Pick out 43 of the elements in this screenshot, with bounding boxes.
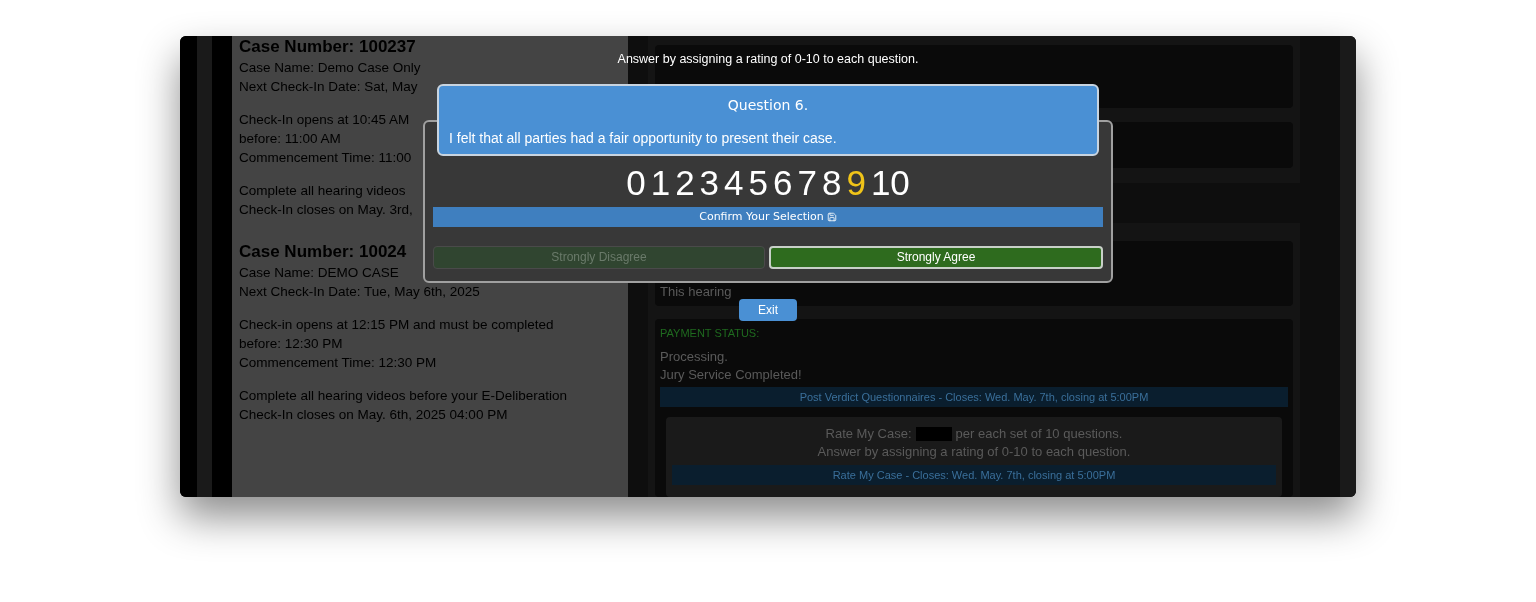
rate-bar: Rate My Case - Closes: Wed. May. 7th, closing at 5:00PM xyxy=(672,465,1276,485)
rating-option[interactable]: 5 xyxy=(748,165,768,201)
case-detail: before: 11:00 AM xyxy=(239,130,341,148)
rating-option[interactable]: 1 xyxy=(650,165,671,201)
question-text: I felt that all parties had a fair opportunity to present their case. xyxy=(449,128,838,148)
rate-text: per each set of 10 questions. xyxy=(955,425,1123,443)
hearing-note: This hearing xyxy=(660,284,732,299)
case-detail: Complete all hearing videos before your E-Deliberation xyxy=(239,387,567,405)
confirm-button[interactable]: Confirm Your Selection xyxy=(433,206,1103,227)
questionnaire-bar: Post Verdict Questionnaires - Closes: Wed. May. 7th, closing at 5:00PM xyxy=(660,387,1288,407)
case-detail: Check-In closes on May. 3rd, xyxy=(239,201,413,219)
rating-option[interactable]: 9 xyxy=(846,165,866,201)
rating-option[interactable]: 10 xyxy=(870,165,910,201)
case-number: Case Number: 100237 xyxy=(239,36,416,58)
payment-heading: PAYMENT STATUS: xyxy=(660,326,760,341)
case-detail: Commencement Time: 11:00 xyxy=(239,149,412,167)
question-title: Question 6. xyxy=(727,95,809,115)
case-detail: Check-In opens at 10:45 AM xyxy=(239,111,410,129)
case-detail: Check-In closes on May. 6th, 2025 04:00 PM xyxy=(239,406,508,424)
rating-prompt: Answer by assigning a rating of 0-10 to each question. xyxy=(617,51,919,68)
rating-option[interactable]: 6 xyxy=(773,165,793,201)
case-detail: before: 12:30 PM xyxy=(239,335,343,353)
case-detail: Next Check-In Date: Sat, May xyxy=(239,78,418,96)
case-detail: Case Name: Demo Case Only xyxy=(239,59,421,77)
save-icon xyxy=(826,211,837,222)
case-detail: Case Name: DEMO CASE xyxy=(239,264,399,282)
rating-option[interactable]: 7 xyxy=(797,165,817,201)
case-detail: Next Check-In Date: Tue, May 6th, 2025 xyxy=(239,283,480,301)
scale-button[interactable]: Strongly Agree xyxy=(769,245,1103,269)
rating-option[interactable]: 4 xyxy=(724,165,744,201)
rating-option[interactable]: 3 xyxy=(699,165,720,201)
rate-label: Rate My Case: xyxy=(825,425,912,443)
rating-option[interactable]: 8 xyxy=(821,165,842,201)
payment-line: Processing. xyxy=(660,348,728,366)
case-detail: Commencement Time: 12:30 PM xyxy=(239,354,437,372)
case-detail: Complete all hearing videos xyxy=(239,182,406,200)
payment-line: Jury Service Completed! xyxy=(660,366,802,384)
redaction-block xyxy=(915,427,952,441)
case-detail: Check-in opens at 12:15 PM and must be completed xyxy=(239,316,554,334)
case-number: Case Number: 10024 xyxy=(239,241,407,263)
rating-option[interactable]: 0 xyxy=(626,165,646,201)
rate-instruction: Answer by assigning a rating of 0-10 to each question. xyxy=(817,443,1131,461)
rating-option[interactable]: 2 xyxy=(675,165,695,201)
